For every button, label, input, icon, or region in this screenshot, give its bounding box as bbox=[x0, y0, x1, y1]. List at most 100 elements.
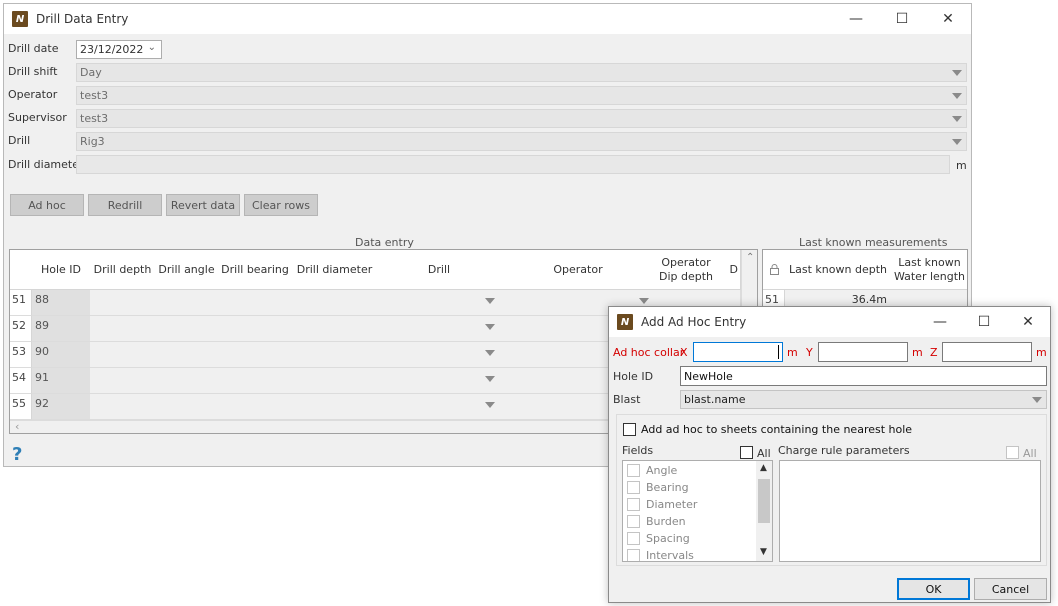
row-number: 55 bbox=[10, 394, 32, 420]
col-hole-id[interactable]: Hole ID bbox=[32, 250, 91, 290]
drill-cell[interactable] bbox=[377, 290, 502, 316]
drill-diameter-input[interactable] bbox=[76, 155, 950, 174]
bearing-checkbox[interactable] bbox=[627, 481, 640, 494]
dropdown-arrow-icon bbox=[1032, 397, 1042, 403]
blast-select[interactable]: blast.name bbox=[680, 390, 1047, 409]
hole-id-cell[interactable]: 90 bbox=[32, 342, 91, 368]
charge-all-checkbox[interactable] bbox=[1006, 446, 1019, 459]
drill-cell[interactable] bbox=[377, 316, 502, 342]
drill-diameter-unit: m bbox=[956, 159, 967, 172]
x-input[interactable] bbox=[693, 342, 783, 362]
dropdown-arrow-icon bbox=[952, 139, 962, 145]
col-drill-bearing[interactable]: Drill bearing bbox=[218, 250, 293, 290]
operator-select[interactable]: test3 bbox=[76, 86, 967, 105]
drill-angle-cell[interactable] bbox=[155, 342, 219, 368]
drill-bearing-cell[interactable] bbox=[218, 290, 293, 316]
main-titlebar: N Drill Data Entry — ☐ ✕ bbox=[4, 4, 971, 34]
col-d[interactable]: D bbox=[717, 250, 741, 290]
hole-id-cell[interactable]: 92 bbox=[32, 394, 91, 420]
hole-id-input[interactable]: NewHole bbox=[680, 366, 1047, 386]
drill-angle-cell[interactable] bbox=[155, 290, 219, 316]
drill-depth-cell[interactable] bbox=[90, 316, 156, 342]
fields-scrollbar[interactable]: ▲ ▼ bbox=[756, 461, 772, 561]
scroll-down-icon[interactable]: ▼ bbox=[760, 547, 767, 557]
redrill-button[interactable]: Redrill bbox=[88, 194, 162, 216]
minimize-icon[interactable]: — bbox=[918, 307, 962, 337]
revert-data-button[interactable]: Revert data bbox=[166, 194, 240, 216]
add-ad-hoc-dialog: N Add Ad Hoc Entry — ☐ ✕ Ad hoc collar X… bbox=[608, 306, 1051, 603]
drill-select[interactable]: Rig3 bbox=[76, 132, 967, 151]
y-input[interactable] bbox=[818, 342, 908, 362]
angle-checkbox[interactable] bbox=[627, 464, 640, 477]
scroll-thumb[interactable] bbox=[758, 479, 770, 523]
last-known-caption: Last known measurements bbox=[799, 236, 948, 249]
drill-bearing-cell[interactable] bbox=[218, 394, 293, 420]
col-operator-dip-depth[interactable]: Operator Dip depth bbox=[655, 250, 718, 290]
drill-bearing-cell[interactable] bbox=[218, 342, 293, 368]
drill-bearing-cell[interactable] bbox=[218, 316, 293, 342]
options-group: Add ad hoc to sheets containing the near… bbox=[616, 414, 1047, 566]
drill-diameter-cell[interactable] bbox=[292, 290, 378, 316]
hole-id-cell[interactable]: 89 bbox=[32, 316, 91, 342]
scroll-up-icon[interactable]: ⌃ bbox=[746, 252, 754, 263]
maximize-icon[interactable]: ☐ bbox=[962, 307, 1006, 337]
blast-value: blast.name bbox=[684, 393, 746, 406]
drill-diameter-cell[interactable] bbox=[292, 316, 378, 342]
charge-rule-list bbox=[779, 460, 1041, 562]
maximize-icon[interactable]: ☐ bbox=[879, 4, 925, 34]
col-drill-diameter[interactable]: Drill diameter bbox=[292, 250, 378, 290]
drill-cell[interactable] bbox=[377, 342, 502, 368]
drill-depth-cell[interactable] bbox=[90, 290, 156, 316]
diameter-checkbox[interactable] bbox=[627, 498, 640, 511]
hole-id-cell[interactable]: 88 bbox=[32, 290, 91, 316]
cancel-button[interactable]: Cancel bbox=[974, 578, 1047, 600]
drill-angle-cell[interactable] bbox=[155, 368, 219, 394]
close-icon[interactable]: ✕ bbox=[925, 4, 971, 34]
drill-diameter-cell[interactable] bbox=[292, 342, 378, 368]
drill-bearing-cell[interactable] bbox=[218, 368, 293, 394]
drill-date-picker[interactable]: 23/12/2022 ⌄ bbox=[76, 40, 162, 59]
col-drill[interactable]: Drill bbox=[377, 250, 502, 290]
drill-diameter-cell[interactable] bbox=[292, 394, 378, 420]
app-logo-icon: N bbox=[12, 11, 28, 27]
intervals-checkbox[interactable] bbox=[627, 549, 640, 561]
col-drill-angle[interactable]: Drill angle bbox=[155, 250, 219, 290]
spacing-checkbox[interactable] bbox=[627, 532, 640, 545]
col-operator[interactable]: Operator bbox=[501, 250, 656, 290]
help-icon[interactable]: ? bbox=[12, 444, 22, 465]
minimize-icon[interactable]: — bbox=[833, 4, 879, 34]
drill-diameter-label: Drill diameter bbox=[8, 158, 84, 171]
supervisor-select[interactable]: test3 bbox=[76, 109, 967, 128]
fields-all-checkbox[interactable] bbox=[740, 446, 753, 459]
drill-cell[interactable] bbox=[377, 368, 502, 394]
drill-angle-cell[interactable] bbox=[155, 394, 219, 420]
drill-depth-cell[interactable] bbox=[90, 342, 156, 368]
ok-button[interactable]: OK bbox=[897, 578, 970, 600]
col-last-known-water-length[interactable]: Last known Water length bbox=[891, 250, 967, 290]
dropdown-arrow-icon bbox=[485, 350, 495, 356]
fields-all-label: All bbox=[757, 447, 771, 460]
col-last-known-depth[interactable]: Last known depth bbox=[785, 250, 892, 290]
hole-id-cell[interactable]: 91 bbox=[32, 368, 91, 394]
add-to-sheets-label: Add ad hoc to sheets containing the near… bbox=[641, 423, 913, 436]
burden-checkbox[interactable] bbox=[627, 515, 640, 528]
chevron-down-icon: ⌄ bbox=[147, 42, 156, 53]
clear-rows-button[interactable]: Clear rows bbox=[244, 194, 318, 216]
lock-icon bbox=[763, 250, 786, 290]
x-label: X bbox=[680, 346, 688, 359]
drill-depth-cell[interactable] bbox=[90, 368, 156, 394]
close-icon[interactable]: ✕ bbox=[1006, 307, 1050, 337]
drill-shift-select[interactable]: Day bbox=[76, 63, 967, 82]
dropdown-arrow-icon bbox=[485, 402, 495, 408]
drill-diameter-cell[interactable] bbox=[292, 368, 378, 394]
drill-angle-cell[interactable] bbox=[155, 316, 219, 342]
z-input[interactable] bbox=[942, 342, 1032, 362]
scroll-left-icon[interactable]: ‹ bbox=[15, 420, 19, 433]
add-to-sheets-checkbox[interactable] bbox=[623, 423, 636, 436]
scroll-up-icon[interactable]: ▲ bbox=[760, 463, 767, 473]
ad-hoc-button[interactable]: Ad hoc bbox=[10, 194, 84, 216]
col-drill-depth[interactable]: Drill depth bbox=[90, 250, 156, 290]
drill-depth-cell[interactable] bbox=[90, 394, 156, 420]
drill-cell[interactable] bbox=[377, 394, 502, 420]
row-number: 52 bbox=[10, 316, 32, 342]
